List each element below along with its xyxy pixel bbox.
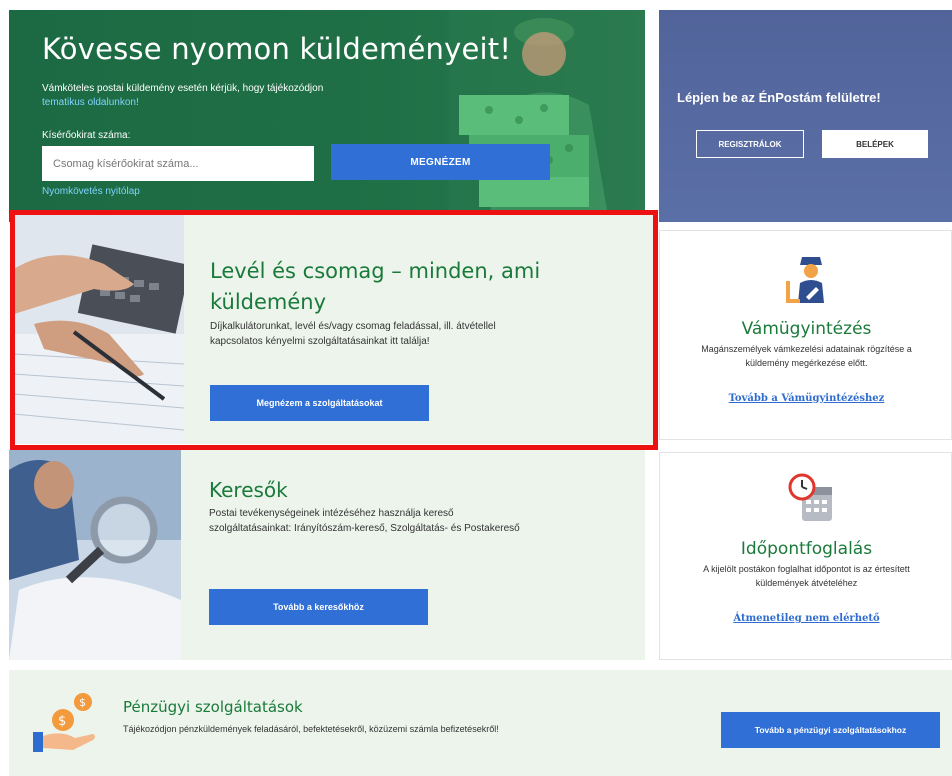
financial-services-strip: $ $ Pénzügyi szolgáltatások Tájékozódjon… (9, 670, 952, 776)
search-tools-description: Postai tevékenységeinek intézéséhez hasz… (209, 508, 520, 534)
tracking-number-input[interactable] (42, 146, 314, 181)
calendar-clock-icon (788, 473, 832, 521)
appointment-description: A kijelölt postákon foglalhat időpontot … (703, 564, 910, 588)
search-tools-button[interactable]: Tovább a keresőkhöz (209, 589, 428, 625)
login-panel: Lépjen be az ÉnPostám felületre! REGISZT… (659, 10, 952, 222)
login-title: Lépjen be az ÉnPostám felületre! (677, 90, 881, 105)
tracking-field-label: Kísérőokirat száma: (42, 130, 131, 141)
customs-notice: Vámköteles postai küldemény esetén kérjü… (42, 82, 422, 110)
tracking-home-link[interactable]: Nyomkövetés nyitólap (42, 186, 140, 197)
svg-text:$: $ (79, 696, 86, 709)
customs-panel: Vámügyintézés Magánszemélyek vámkezelési… (659, 230, 952, 440)
appointment-panel: Időpontfoglalás A kijelölt postákon fogl… (659, 452, 952, 660)
coins-hand-icon: $ $ (33, 693, 95, 752)
customs-title: Vámügyintézés (741, 319, 872, 339)
appointment-link[interactable]: Átmenetileg nem elérhető (660, 613, 952, 624)
search-tools-title: Keresők (209, 478, 288, 502)
track-submit-button[interactable]: MEGNÉZEM (331, 144, 550, 180)
financial-services-description: Tájékozódjon pénzküldemények feladásáról… (123, 724, 499, 734)
view-services-button[interactable]: Megnézem a szolgáltatásokat (210, 385, 429, 421)
letters-parcels-description: Díjkalkulátorunkat, levél és/vagy csomag… (210, 321, 496, 347)
search-tools-card: Keresők Postai tevékenységeinek intézésé… (9, 450, 645, 660)
calculator-photo (14, 214, 184, 444)
magnifier-photo (9, 450, 181, 660)
financial-services-button[interactable]: Tovább a pénzügyi szolgáltatásokhoz (721, 712, 940, 748)
thematic-page-link[interactable]: tematikus oldalunkon! (42, 97, 139, 108)
register-button[interactable]: REGISZTRÁLOK (696, 130, 804, 158)
letters-parcels-card: Levél és csomag – minden, ami küldemény … (14, 214, 656, 444)
login-button[interactable]: BELÉPEK (822, 130, 928, 158)
tracking-hero: Kövesse nyomon küldeményeit! Vámköteles … (9, 10, 645, 222)
customs-notice-text: Vámköteles postai küldemény esetén kérjü… (42, 83, 324, 94)
svg-text:$: $ (58, 714, 66, 729)
customs-link[interactable]: Tovább a Vámügyintézéshez (660, 393, 952, 404)
tracking-title: Kövesse nyomon küldeményeit! (42, 32, 512, 66)
letters-parcels-title: Levél és csomag – minden, ami küldemény (210, 259, 541, 314)
appointment-title: Időpontfoglalás (740, 539, 873, 559)
customs-officer-icon (786, 257, 824, 303)
customs-description: Magánszemélyek vámkezelési adatainak rög… (701, 344, 912, 368)
financial-services-title: Pénzügyi szolgáltatások (123, 698, 303, 716)
